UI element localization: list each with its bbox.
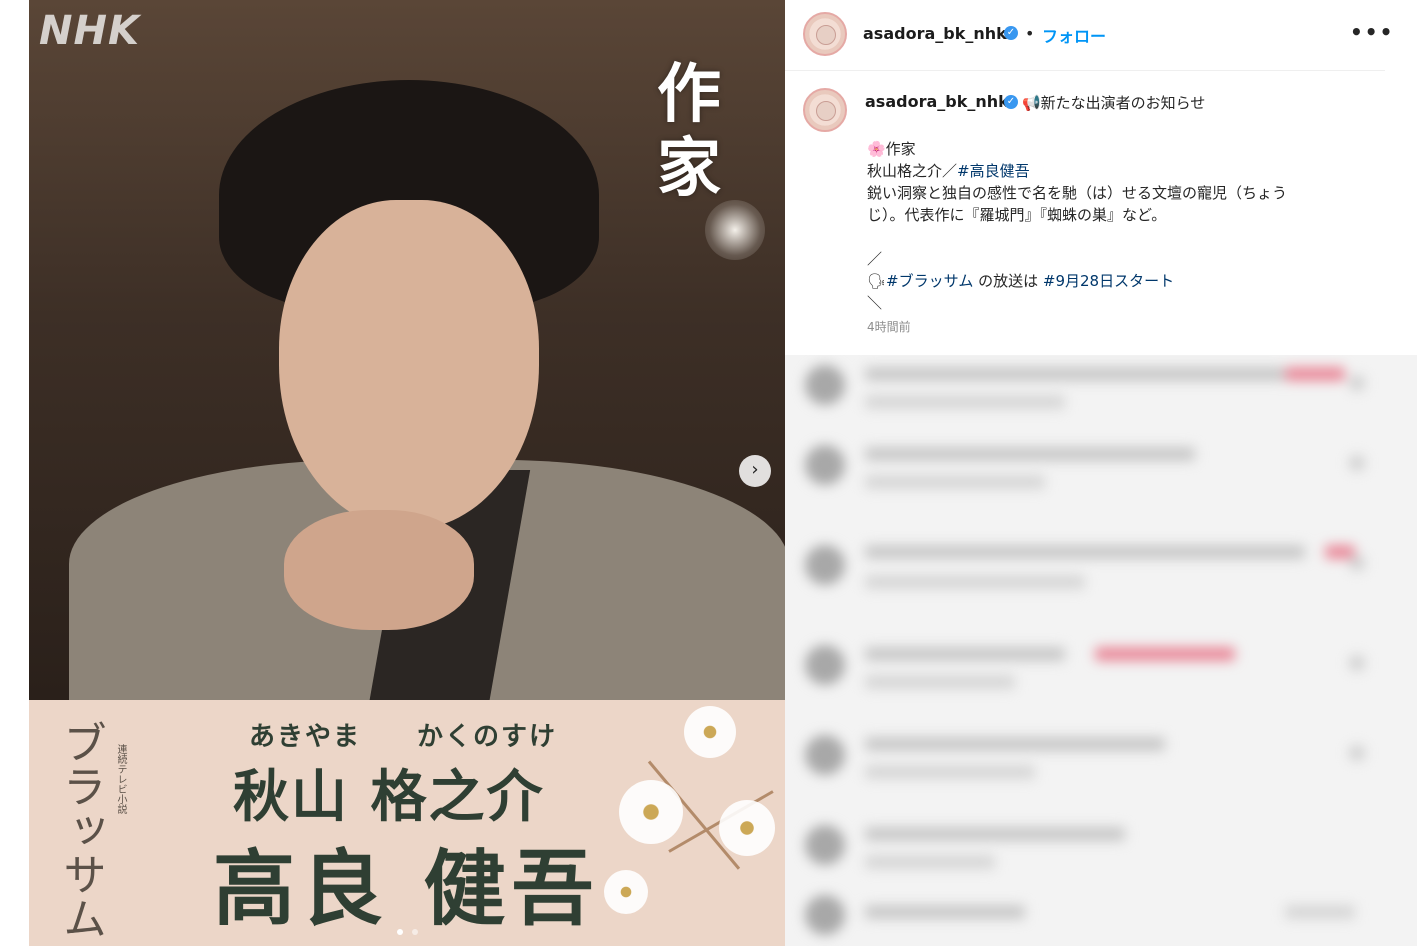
cast-banner: ブラッサム 連続テレビ小説 あきやま かくのすけ 秋山 格之介 高良 健吾 <box>29 700 785 946</box>
comment-row <box>805 355 1375 415</box>
follow-button[interactable]: フォロー <box>1042 23 1106 47</box>
header-separator: • <box>1025 24 1035 43</box>
post-header: asadora_bk_nhk ✓ • フォロー ••• <box>785 0 1392 71</box>
comment-text-blur <box>865 545 1305 559</box>
left-gutter <box>0 0 29 946</box>
comment-text-blur <box>865 647 1065 661</box>
comment-row <box>805 885 1375 945</box>
like-heart-icon[interactable] <box>1349 455 1365 471</box>
caption-line: じ）。代表作に『羅城門』『蜘蛛の巣』など。 <box>867 206 1167 224</box>
comment-meta-blur <box>865 855 995 869</box>
comments-section-blurred <box>785 355 1417 946</box>
role-name-kana: あきやま かくのすけ <box>249 722 558 752</box>
carousel-dot <box>412 929 419 935</box>
actor-hand <box>284 510 474 630</box>
post-side-panel: asadora_bk_nhk ✓ • フォロー ••• asadora_bk_n… <box>785 0 1417 946</box>
caption-text: 秋山格之介／ <box>867 162 958 180</box>
comment-text-blur <box>865 737 1165 751</box>
hashtag-show-link[interactable]: #ブラッサム <box>886 272 973 290</box>
like-heart-icon[interactable] <box>1349 555 1365 571</box>
role-label: 作家 <box>657 57 721 206</box>
caption-headline: 📢新たな出演者のお知らせ <box>1022 94 1206 112</box>
comment-meta-blur <box>865 675 1015 689</box>
caption-username[interactable]: asadora_bk_nhk <box>865 92 1009 111</box>
more-options-icon[interactable]: ••• <box>1350 20 1394 44</box>
avatar-emblem <box>816 25 836 45</box>
comment-meta-blur <box>1285 905 1355 919</box>
comment-avatar <box>805 735 845 775</box>
carousel-dot-active <box>397 929 403 935</box>
header-username[interactable]: asadora_bk_nhk <box>863 24 1007 43</box>
comment-avatar <box>805 895 845 935</box>
comment-avatar <box>805 545 845 585</box>
comment-text-blur <box>865 905 1025 919</box>
comment-row <box>805 635 1375 695</box>
post-caption: 🌸作家 秋山格之介／#高良健吾 鋭い洞察と独自の感性で名を馳（は）せる文壇の寵児… <box>867 138 1357 314</box>
caption-line: ／ <box>867 250 883 268</box>
role-name: 秋山 格之介 <box>233 764 545 830</box>
cherry-blossom <box>684 706 736 758</box>
lamp-glow <box>705 200 765 260</box>
comment-row <box>805 535 1375 595</box>
comment-meta-blur <box>865 765 1035 779</box>
comment-avatar <box>805 825 845 865</box>
comment-row <box>805 725 1375 785</box>
comment-emoji-blur <box>1095 647 1235 661</box>
verified-badge-icon: ✓ <box>1004 95 1018 109</box>
comment-text-blur <box>865 827 1125 841</box>
post-timestamp[interactable]: 4時間前 <box>867 318 911 335</box>
post-media-carousel[interactable]: NHK 作家 › ブラッサム 連続テレビ小説 あきやま かくのすけ 秋山 格之介… <box>29 0 785 946</box>
account-avatar[interactable] <box>803 12 847 56</box>
comment-meta-blur <box>865 395 1065 409</box>
like-heart-icon[interactable] <box>1349 745 1365 761</box>
caption-line: ＼ <box>867 294 883 312</box>
speaker-icon: 🗣 <box>867 272 887 290</box>
drama-title-logo: ブラッサム <box>55 720 106 940</box>
comment-row <box>805 815 1375 875</box>
hashtag-actor-link[interactable]: #高良健吾 <box>957 162 1030 180</box>
nhk-logo: NHK <box>39 8 140 54</box>
comment-text-blur <box>865 447 1195 461</box>
caption-line: 🌸作家 <box>867 140 916 158</box>
comment-text-blur <box>865 367 1285 381</box>
cherry-blossom <box>619 780 683 844</box>
carousel-indicator <box>395 920 420 939</box>
comment-meta-blur <box>865 575 1085 589</box>
like-heart-icon[interactable] <box>1349 375 1365 391</box>
cast-photo: NHK 作家 › <box>29 0 785 700</box>
comment-emoji-blur <box>1285 367 1345 381</box>
comment-avatar <box>805 365 845 405</box>
caption-line <box>867 226 1357 248</box>
comment-meta-blur <box>865 475 1045 489</box>
comment-avatar <box>805 445 845 485</box>
comment-avatar <box>805 645 845 685</box>
caption-line: 鋭い洞察と独自の感性で名を馳（は）せる文壇の寵児（ちょう <box>867 184 1288 202</box>
caption-avatar[interactable] <box>803 88 847 132</box>
actor-face <box>279 200 539 530</box>
verified-badge-icon: ✓ <box>1004 26 1018 40</box>
hashtag-date-link[interactable]: #9月28日スタート <box>1043 272 1174 290</box>
cherry-blossom <box>604 870 648 914</box>
avatar-emblem <box>816 101 836 121</box>
like-heart-icon[interactable] <box>1349 655 1365 671</box>
caption-text: の放送は <box>978 272 1039 290</box>
comment-row <box>805 435 1375 495</box>
drama-tag: 連続テレビ小説 <box>115 744 126 814</box>
caption-line: 秋山格之介／#高良健吾 <box>867 160 1357 182</box>
caption-line: 🗣#ブラッサム の放送は #9月28日スタート <box>867 270 1357 292</box>
next-slide-button[interactable]: › <box>739 455 771 487</box>
cherry-blossom <box>719 800 775 856</box>
